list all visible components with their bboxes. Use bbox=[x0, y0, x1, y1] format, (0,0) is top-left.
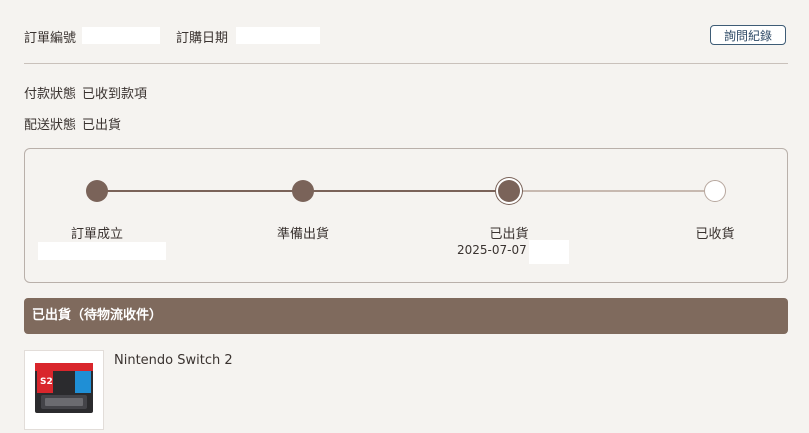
step-dot-order-created bbox=[86, 180, 108, 202]
header-divider bbox=[24, 63, 788, 64]
payment-status-value: 已收到款項 bbox=[82, 87, 148, 102]
progress-track-pending bbox=[509, 190, 715, 192]
order-number-redacted bbox=[82, 27, 160, 44]
step-dot-shipped bbox=[498, 180, 520, 202]
inquiry-history-button[interactable]: 詢問紀錄 bbox=[710, 25, 786, 45]
step-label-received: 已收貨 bbox=[695, 227, 735, 242]
svg-text:S2: S2 bbox=[40, 377, 53, 387]
step-dot-preparing bbox=[292, 180, 314, 202]
shipped-date: 2025-07-07 bbox=[457, 243, 527, 257]
switch-box-icon: S2 bbox=[35, 363, 93, 413]
product-name[interactable]: Nintendo Switch 2 bbox=[114, 353, 233, 368]
payment-status-label: 付款狀態 bbox=[24, 87, 77, 102]
shipping-status-row: 配送狀態 已出貨 bbox=[24, 114, 121, 133]
order-date-label: 訂購日期 bbox=[176, 31, 229, 46]
shipped-time-redacted bbox=[529, 240, 569, 264]
product-thumbnail[interactable]: S2 bbox=[24, 350, 104, 430]
order-number-label: 訂單編號 bbox=[24, 31, 77, 46]
step-label-preparing: 準備出貨 bbox=[276, 227, 329, 242]
shipping-status-label: 配送狀態 bbox=[24, 118, 77, 133]
shipping-status-value: 已出貨 bbox=[82, 118, 122, 133]
order-created-date-redacted bbox=[38, 242, 166, 260]
order-progress-panel bbox=[24, 148, 788, 283]
step-dot-received bbox=[704, 180, 726, 202]
payment-status-row: 付款狀態 已收到款項 bbox=[24, 83, 147, 102]
order-date-redacted bbox=[236, 27, 320, 44]
shipment-status-bar: 已出貨（待物流收件） bbox=[24, 298, 788, 334]
step-label-order-created: 訂單成立 bbox=[70, 227, 123, 242]
